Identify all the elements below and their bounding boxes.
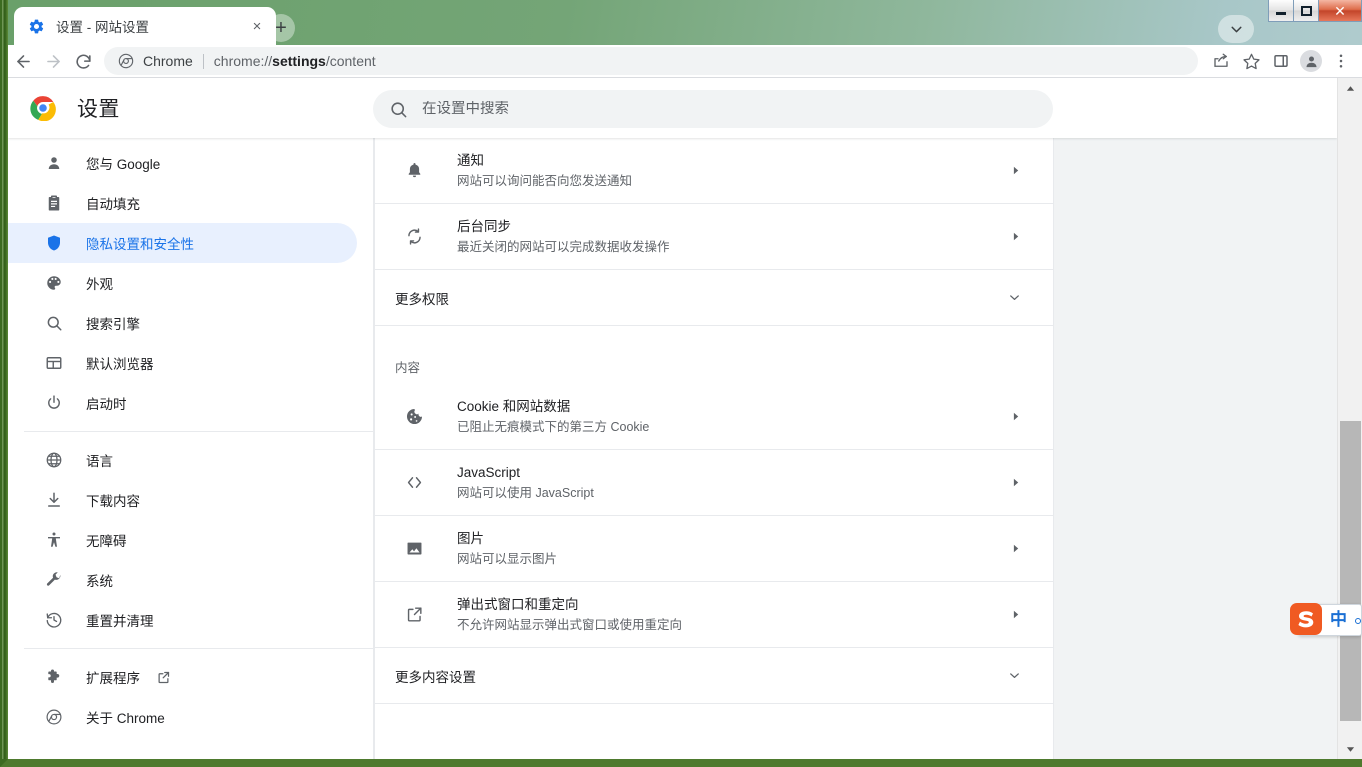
sogou-logo-icon[interactable] <box>1289 602 1323 636</box>
settings-header: 设置 <box>8 78 1337 138</box>
ime-floating-bar[interactable]: 中 <box>1290 603 1362 636</box>
search-input[interactable] <box>422 101 1037 117</box>
triangle-up-icon <box>1346 85 1355 91</box>
desktop-background: 设置 - 网站设置 × + ✕ Chrome chrome://settings… <box>0 0 1362 767</box>
ime-mode-label[interactable]: 中 <box>1330 610 1347 630</box>
scroll-down-button[interactable] <box>1338 739 1362 759</box>
chrome-logo-icon <box>30 95 56 122</box>
search-icon <box>389 100 408 119</box>
triangle-down-icon <box>1346 746 1355 752</box>
vertical-scrollbar[interactable] <box>1337 78 1362 759</box>
scroll-up-button[interactable] <box>1338 78 1362 98</box>
page-title: 设置 <box>77 98 120 121</box>
scrollbar-thumb[interactable] <box>1340 421 1361 721</box>
circle-icon[interactable] <box>1355 618 1361 624</box>
search-box[interactable] <box>373 90 1053 128</box>
